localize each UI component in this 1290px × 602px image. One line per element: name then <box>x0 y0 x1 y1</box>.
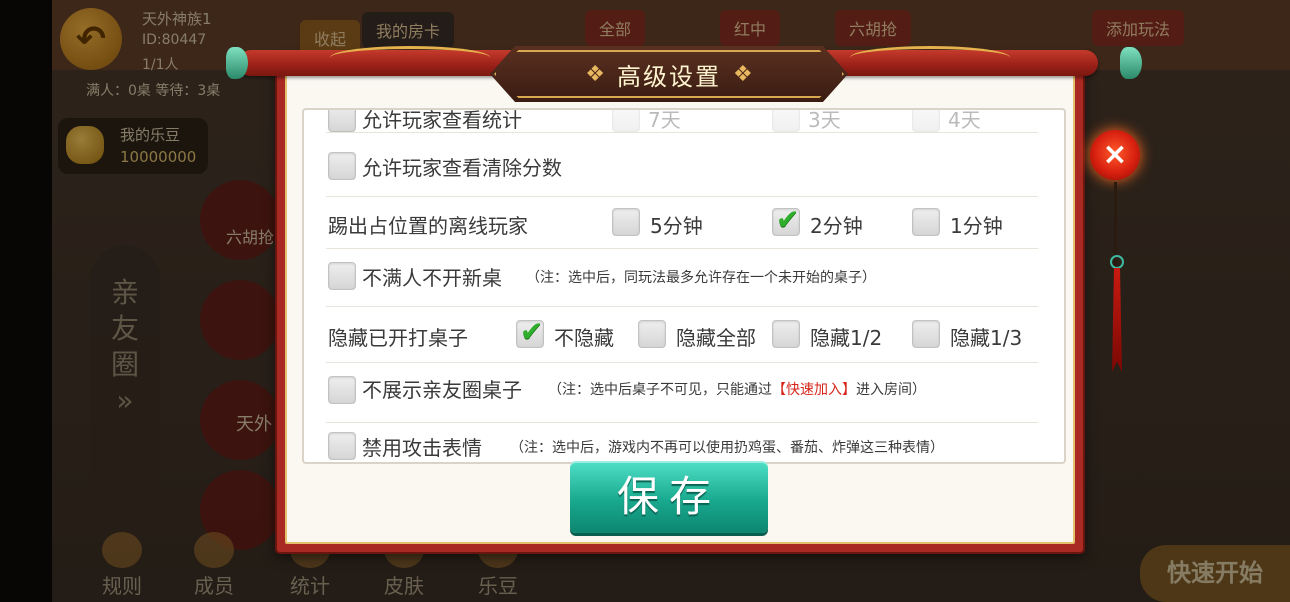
stats-7day-checkbox[interactable] <box>612 110 640 132</box>
setting-label: 允许玩家查看统计 <box>362 108 522 132</box>
tassel-bead <box>1110 255 1124 269</box>
gold-ornament <box>850 46 1010 69</box>
option-label: 不隐藏 <box>554 326 614 350</box>
option-label: 7天 <box>648 108 681 132</box>
setting-note: （注：选中后桌子不可见，只能通过【快速加入】进入房间） <box>548 379 926 399</box>
dialog-title: 高级设置 <box>617 62 721 91</box>
settings-scroll-panel[interactable]: 允许玩家查看统计 7天 3天 4天 允许玩家查看清除分数 踢出占位置的离线玩家 … <box>302 108 1066 464</box>
option-label: 隐藏1/2 <box>810 326 883 350</box>
setting-row-disable-attack: 禁用攻击表情 （注：选中后，游戏内不再可以使用扔鸡蛋、番茄、炸弹这三种表情） <box>326 422 1038 462</box>
allow-clear-checkbox[interactable] <box>328 152 356 180</box>
save-button[interactable]: 保存 <box>570 461 768 533</box>
setting-label: 允许玩家查看清除分数 <box>362 156 562 180</box>
option-label: 5分钟 <box>650 214 703 238</box>
setting-note: （注：选中后，游戏内不再可以使用扔鸡蛋、番茄、炸弹这三种表情） <box>510 440 944 456</box>
flower-ornament-icon: ❖ <box>585 61 605 87</box>
hide-club-checkbox[interactable] <box>328 376 356 404</box>
disable-attack-checkbox[interactable] <box>328 432 356 460</box>
option-label: 4天 <box>948 108 981 132</box>
kick-1min-checkbox[interactable] <box>912 208 940 236</box>
setting-label: 不展示亲友圈桌子 <box>362 378 522 402</box>
setting-row-allow-clear: 允许玩家查看清除分数 <box>326 138 1038 197</box>
setting-label: 隐藏已开打桌子 <box>328 326 468 350</box>
setting-row-allow-stats: 允许玩家查看统计 7天 3天 4天 <box>326 108 1038 133</box>
option-label: 隐藏1/3 <box>950 326 1023 350</box>
no-new-table-checkbox[interactable] <box>328 262 356 290</box>
option-label: 2分钟 <box>810 214 863 238</box>
close-icon[interactable]: × <box>1090 130 1140 180</box>
quick-join-link: 【快速加入】 <box>772 382 856 398</box>
note-text: （注：选中后桌子不可见，只能通过 <box>548 382 772 398</box>
note-text: 进入房间） <box>856 382 926 398</box>
setting-label: 踢出占位置的离线玩家 <box>328 214 528 238</box>
flower-ornament-icon: ❖ <box>733 61 753 87</box>
option-label: 1分钟 <box>950 214 1003 238</box>
option-label: 3天 <box>808 108 841 132</box>
hide-third-checkbox[interactable] <box>912 320 940 348</box>
option-label: 隐藏全部 <box>676 326 756 350</box>
stats-4day-checkbox[interactable] <box>912 110 940 132</box>
setting-row-no-new-table: 不满人不开新桌 （注：选中后，同玩法最多允许存在一个未开始的桌子） <box>326 248 1038 307</box>
jade-end-icon <box>226 47 248 79</box>
hide-half-checkbox[interactable] <box>772 320 800 348</box>
setting-row-hide-club: 不展示亲友圈桌子 （注：选中后桌子不可见，只能通过【快速加入】进入房间） <box>326 362 1038 423</box>
setting-label: 禁用攻击表情 <box>362 436 482 460</box>
hide-all-checkbox[interactable] <box>638 320 666 348</box>
kick-5min-checkbox[interactable] <box>612 208 640 236</box>
kick-2min-checkbox[interactable] <box>772 203 800 236</box>
stats-3day-checkbox[interactable] <box>772 110 800 132</box>
setting-row-hide-tables: 隐藏已开打桌子 不隐藏 隐藏全部 隐藏1/2 隐藏1/3 <box>326 306 1038 363</box>
allow-stats-checkbox[interactable] <box>328 110 356 132</box>
gold-ornament <box>330 46 490 69</box>
setting-label: 不满人不开新桌 <box>362 266 502 290</box>
setting-note: （注：选中后，同玩法最多允许存在一个未开始的桌子） <box>526 270 876 286</box>
jade-end-icon <box>1120 47 1142 79</box>
title-plaque: ❖ 高级设置 ❖ <box>490 46 848 102</box>
hide-none-checkbox[interactable] <box>516 315 544 348</box>
setting-row-kick-offline: 踢出占位置的离线玩家 5分钟 2分钟 1分钟 <box>326 196 1038 249</box>
